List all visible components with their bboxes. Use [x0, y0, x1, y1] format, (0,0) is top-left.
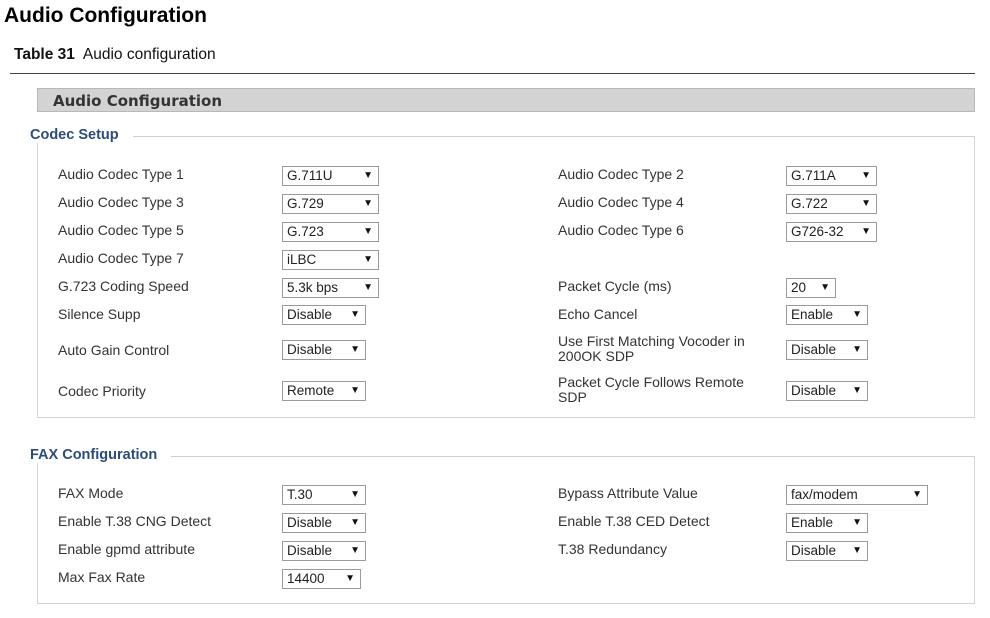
t38-redundancy-label: T.38 Redundancy [558, 541, 667, 557]
g723-coding-speed-select[interactable]: 5.3k bps ▼ [282, 278, 379, 298]
use-first-matching-vocoder-label: Use First Matching Vocoder in 200OK SDP [558, 333, 745, 364]
table-caption: Table 31 Audio configuration [14, 46, 216, 64]
table-caption-text: Audio configuration [82, 46, 216, 63]
fax-configuration-top-border [37, 456, 975, 457]
fax-mode-select[interactable]: T.30 ▼ [282, 485, 366, 505]
silence-supp-select[interactable]: Disable ▼ [282, 305, 366, 325]
echo-cancel-label: Echo Cancel [558, 306, 638, 322]
auto-gain-control-select[interactable]: Disable ▼ [282, 340, 366, 360]
audio-codec-type-1-select[interactable]: G.711U ▼ [282, 166, 379, 186]
codec-priority-select[interactable]: Remote ▼ [282, 381, 366, 401]
chevron-down-icon: ▼ [852, 517, 862, 528]
codec-setup-title: Codec Setup [30, 127, 133, 143]
audio-codec-type-2-select[interactable]: G.711A ▼ [786, 166, 877, 186]
t38-redundancy-select[interactable]: Disable ▼ [786, 541, 868, 561]
bypass-attribute-value-label: Bypass Attribute Value [558, 485, 698, 501]
audio-codec-type-7-label: Audio Codec Type 7 [58, 250, 184, 266]
codec-priority-label: Codec Priority [58, 383, 146, 399]
use-first-matching-vocoder-select[interactable]: Disable ▼ [786, 340, 868, 360]
g723-coding-speed-label: G.723 Coding Speed [58, 278, 189, 294]
chevron-down-icon: ▼ [350, 309, 360, 320]
chevron-down-icon: ▼ [350, 489, 360, 500]
chevron-down-icon: ▼ [852, 344, 862, 355]
enable-gpmd-attribute-select[interactable]: Disable ▼ [282, 541, 366, 561]
bypass-attribute-value-select[interactable]: fax/modem ▼ [786, 485, 928, 505]
chevron-down-icon: ▼ [350, 517, 360, 528]
chevron-down-icon: ▼ [852, 385, 862, 396]
audio-codec-type-2-label: Audio Codec Type 2 [558, 166, 684, 182]
audio-codec-type-5-label: Audio Codec Type 5 [58, 222, 184, 238]
enable-t38-cng-detect-select[interactable]: Disable ▼ [282, 513, 366, 533]
chevron-down-icon: ▼ [350, 545, 360, 556]
codec-setup-top-border [37, 136, 975, 137]
audio-codec-type-6-select[interactable]: G726-32 ▼ [786, 222, 877, 242]
enable-t38-ced-detect-label: Enable T.38 CED Detect [558, 513, 710, 529]
auto-gain-control-label: Auto Gain Control [58, 342, 170, 358]
echo-cancel-select[interactable]: Enable ▼ [786, 305, 868, 325]
document-title: Audio Configuration [4, 4, 207, 27]
silence-supp-label: Silence Supp [58, 306, 141, 322]
chevron-down-icon: ▼ [363, 198, 373, 209]
chevron-down-icon: ▼ [363, 254, 373, 265]
fax-mode-label: FAX Mode [58, 485, 124, 501]
chevron-down-icon: ▼ [912, 489, 922, 500]
chevron-down-icon: ▼ [363, 282, 373, 293]
chevron-down-icon: ▼ [363, 170, 373, 181]
packet-cycle-select[interactable]: 20 ▼ [786, 278, 836, 298]
max-fax-rate-label: Max Fax Rate [58, 569, 146, 585]
chevron-down-icon: ▼ [861, 198, 871, 209]
audio-codec-type-4-select[interactable]: G.722 ▼ [786, 194, 877, 214]
chevron-down-icon: ▼ [820, 282, 830, 293]
caption-divider [10, 73, 975, 74]
audio-codec-type-4-label: Audio Codec Type 4 [558, 194, 684, 210]
enable-t38-ced-detect-select[interactable]: Enable ▼ [786, 513, 868, 533]
panel-title: Audio Configuration [53, 92, 223, 110]
audio-codec-type-7-select[interactable]: iLBC ▼ [282, 250, 379, 270]
fax-configuration-title: FAX Configuration [30, 447, 172, 463]
audio-codec-type-5-select[interactable]: G.723 ▼ [282, 222, 379, 242]
audio-codec-type-3-label: Audio Codec Type 3 [58, 194, 184, 210]
audio-codec-type-1-label: Audio Codec Type 1 [58, 166, 184, 182]
chevron-down-icon: ▼ [363, 226, 373, 237]
packet-cycle-label: Packet Cycle (ms) [558, 278, 672, 294]
packet-cycle-follows-remote-select[interactable]: Disable ▼ [786, 381, 868, 401]
chevron-down-icon: ▼ [861, 226, 871, 237]
chevron-down-icon: ▼ [852, 309, 862, 320]
enable-t38-cng-detect-label: Enable T.38 CNG Detect [58, 513, 212, 529]
audio-codec-type-6-label: Audio Codec Type 6 [558, 222, 684, 238]
table-number: Table 31 [14, 46, 75, 63]
max-fax-rate-select[interactable]: 14400 ▼ [282, 569, 361, 589]
panel-header: Audio Configuration [37, 88, 975, 112]
packet-cycle-follows-remote-label: Packet Cycle Follows Remote SDP [558, 374, 744, 405]
chevron-down-icon: ▼ [350, 385, 360, 396]
chevron-down-icon: ▼ [345, 573, 355, 584]
chevron-down-icon: ▼ [852, 545, 862, 556]
chevron-down-icon: ▼ [350, 344, 360, 355]
enable-gpmd-attribute-label: Enable gpmd attribute [58, 541, 195, 557]
audio-codec-type-3-select[interactable]: G.729 ▼ [282, 194, 379, 214]
chevron-down-icon: ▼ [861, 170, 871, 181]
